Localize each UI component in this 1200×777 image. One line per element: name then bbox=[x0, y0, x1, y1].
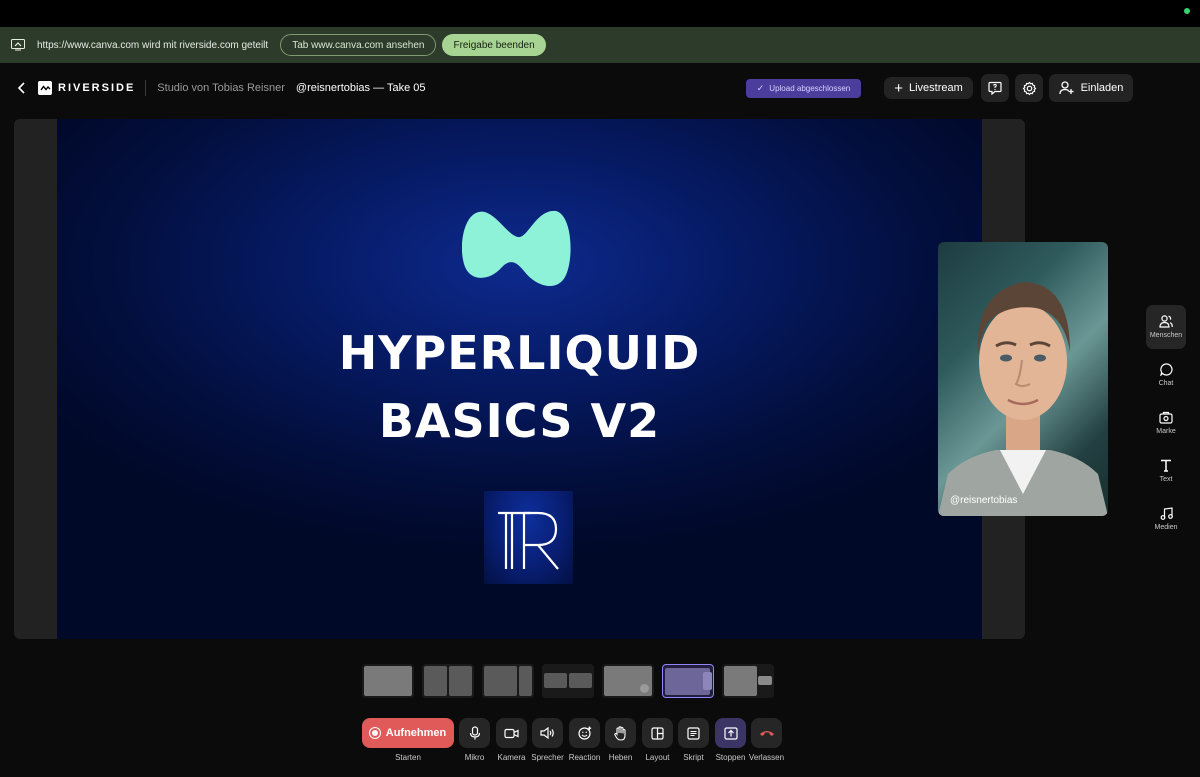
mic-button[interactable] bbox=[459, 718, 490, 748]
layout-option[interactable] bbox=[482, 664, 534, 698]
main-stage: HYPERLIQUID BASICS V2 bbox=[14, 119, 1025, 639]
hand-icon bbox=[614, 725, 626, 741]
slide-title-line1: HYPERLIQUID bbox=[338, 326, 701, 380]
studio-header: RIVERSIDE Studio von Tobias Reisner @rei… bbox=[0, 63, 1200, 113]
help-button[interactable] bbox=[981, 74, 1009, 102]
nav-chat[interactable]: Chat bbox=[1146, 353, 1186, 397]
screen-share-bar: https://www.canva.com wird mit riverside… bbox=[0, 27, 1200, 63]
layout-option[interactable] bbox=[722, 664, 774, 698]
studio-name: Studio von Tobias Reisner bbox=[157, 82, 285, 94]
script-button[interactable] bbox=[678, 718, 709, 748]
check-icon: ✓ bbox=[756, 83, 765, 93]
share-message: https://www.canva.com wird mit riverside… bbox=[37, 39, 269, 51]
stop-share-button[interactable] bbox=[715, 718, 746, 748]
raise-hand-button[interactable] bbox=[605, 718, 636, 748]
take-title: @reisnertobias — Take 05 bbox=[295, 82, 426, 94]
brand-icon bbox=[1159, 411, 1173, 424]
people-icon bbox=[1159, 315, 1173, 328]
back-arrow-icon[interactable] bbox=[14, 80, 30, 96]
emoji-icon bbox=[577, 726, 591, 740]
speaker-caption: Sprecher bbox=[531, 753, 564, 762]
slide-title-line2: BASICS V2 bbox=[378, 394, 661, 448]
tr-logo bbox=[484, 491, 573, 584]
screen-share-icon bbox=[11, 39, 25, 51]
raise-hand-caption: Heben bbox=[608, 753, 633, 762]
script-icon bbox=[687, 726, 700, 740]
record-button[interactable]: Aufnehmen bbox=[362, 718, 454, 748]
nav-people[interactable]: Menschen bbox=[1146, 305, 1186, 349]
text-icon bbox=[1161, 459, 1171, 472]
plus-icon: + bbox=[894, 79, 903, 97]
music-icon bbox=[1160, 507, 1173, 520]
settings-button[interactable] bbox=[1015, 74, 1043, 102]
layout-icon bbox=[651, 726, 664, 740]
nav-label: Text bbox=[1159, 476, 1173, 483]
gear-icon bbox=[1022, 81, 1036, 95]
control-bar: Aufnehmen Starten Mikro Kamera Sprecher … bbox=[0, 718, 1200, 768]
nav-label: Medien bbox=[1154, 524, 1178, 531]
hyperliquid-logo-icon bbox=[462, 210, 571, 286]
nav-label: Chat bbox=[1158, 380, 1174, 387]
record-dot-icon bbox=[369, 728, 380, 738]
layout-option[interactable] bbox=[602, 664, 654, 698]
share-screen-icon bbox=[723, 726, 738, 740]
nav-media[interactable]: Medien bbox=[1146, 497, 1186, 541]
script-caption: Skript bbox=[683, 753, 704, 762]
window-top-bar bbox=[0, 0, 1200, 27]
nav-text[interactable]: Text bbox=[1146, 449, 1186, 493]
reaction-caption: Reaction bbox=[568, 753, 601, 762]
right-sidebar: Menschen Chat Marke Text Medien bbox=[1146, 305, 1186, 545]
participant-video[interactable]: @reisnertobias bbox=[938, 242, 1108, 516]
camera-button[interactable] bbox=[496, 718, 527, 748]
upload-status-badge: ✓ Upload abgeschlossen bbox=[746, 79, 861, 98]
nav-brand[interactable]: Marke bbox=[1146, 401, 1186, 445]
invite-label: Einladen bbox=[1080, 82, 1124, 94]
speaker-icon bbox=[540, 727, 554, 739]
livestream-label: Livestream bbox=[908, 82, 963, 94]
invite-button[interactable]: Einladen bbox=[1049, 74, 1133, 102]
speaker-button[interactable] bbox=[532, 718, 563, 748]
camera-icon bbox=[504, 728, 519, 738]
mic-caption: Mikro bbox=[464, 753, 485, 762]
leave-button[interactable] bbox=[751, 718, 782, 748]
view-tab-button[interactable]: Tab www.canva.com ansehen bbox=[280, 34, 437, 56]
livestream-button[interactable]: + Livestream bbox=[884, 77, 973, 99]
help-chat-icon bbox=[988, 81, 1002, 95]
layout-option-active[interactable] bbox=[662, 664, 714, 698]
layout-option[interactable] bbox=[422, 664, 474, 698]
stop-sharing-button[interactable]: Freigabe beenden bbox=[442, 34, 546, 56]
participant-photo bbox=[938, 282, 1108, 516]
tr-monogram-icon bbox=[498, 511, 559, 570]
camera-caption: Kamera bbox=[497, 753, 526, 762]
stop-caption: Stoppen bbox=[715, 753, 746, 762]
leave-caption: Verlassen bbox=[748, 753, 785, 762]
chat-icon bbox=[1159, 363, 1173, 376]
microphone-icon bbox=[469, 726, 480, 740]
riverside-logo-icon bbox=[38, 81, 52, 95]
header-divider bbox=[145, 80, 147, 96]
add-person-icon bbox=[1058, 81, 1074, 95]
participant-name: @reisnertobias bbox=[950, 495, 1018, 506]
layout-option[interactable] bbox=[362, 664, 414, 698]
record-label: Aufnehmen bbox=[385, 727, 447, 739]
layout-option[interactable] bbox=[542, 664, 594, 698]
layout-picker bbox=[362, 664, 774, 700]
nav-label: Menschen bbox=[1149, 332, 1183, 339]
riverside-logo[interactable]: RIVERSIDE bbox=[38, 81, 135, 95]
record-caption: Starten bbox=[395, 753, 421, 762]
reaction-button[interactable] bbox=[569, 718, 600, 748]
layout-caption: Layout bbox=[645, 753, 670, 762]
status-dot bbox=[1184, 8, 1190, 14]
hang-up-icon bbox=[759, 731, 774, 736]
layout-button[interactable] bbox=[642, 718, 673, 748]
upload-status-text: Upload abgeschlossen bbox=[769, 84, 851, 93]
shared-slide: HYPERLIQUID BASICS V2 bbox=[57, 119, 982, 639]
nav-label: Marke bbox=[1156, 428, 1176, 435]
brand-name: RIVERSIDE bbox=[58, 82, 136, 94]
